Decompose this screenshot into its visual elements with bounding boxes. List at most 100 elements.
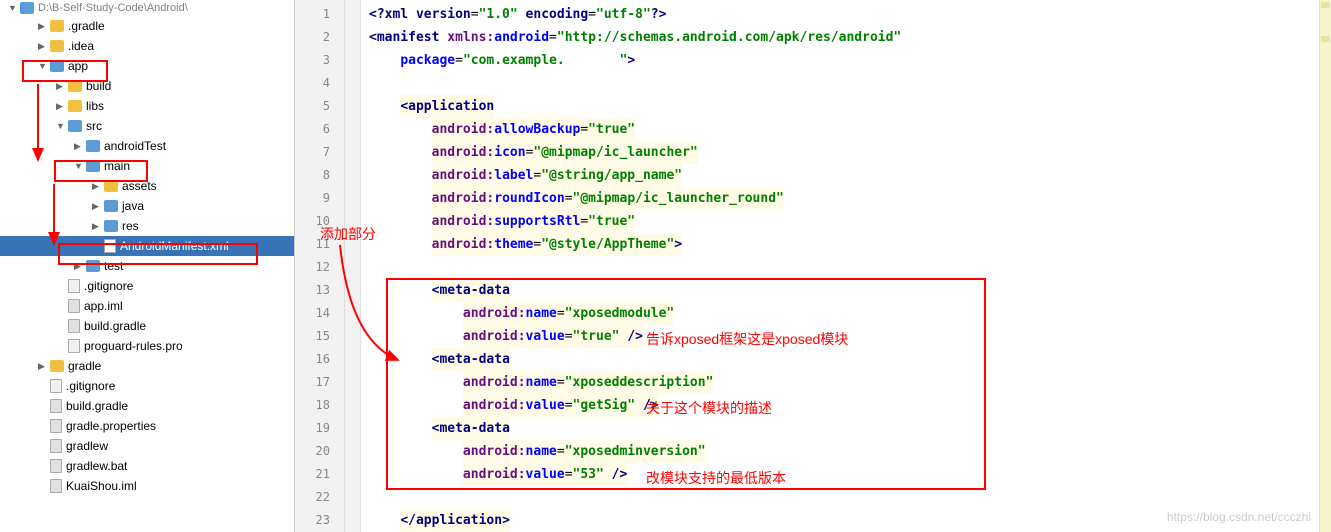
overview-ruler[interactable] xyxy=(1319,0,1331,532)
code-line[interactable]: android:value="getSig" /> xyxy=(369,394,1319,417)
breadcrumb-path: D:\B-Self-Study-Code\Android\ xyxy=(38,2,188,14)
tree-item-label: main xyxy=(104,159,130,173)
expander-icon[interactable]: ▶ xyxy=(38,41,48,51)
tree-item[interactable]: ▶libs xyxy=(0,96,294,116)
expander-icon[interactable]: ▶ xyxy=(56,101,66,111)
expander-icon xyxy=(38,401,48,411)
expander-icon xyxy=(38,381,48,391)
tree-item[interactable]: gradlew.bat xyxy=(0,456,294,476)
code-line[interactable]: <meta-data xyxy=(369,417,1319,440)
file-icon xyxy=(50,399,62,413)
code-line[interactable]: <?xml version="1.0" encoding="utf-8"?> xyxy=(369,3,1319,26)
line-number: 15 xyxy=(295,325,344,348)
line-number: 20 xyxy=(295,440,344,463)
folder-icon xyxy=(50,40,64,52)
annotation-comment2: 关于这个模块的描述 xyxy=(646,397,772,420)
file-icon xyxy=(68,299,80,313)
code-line[interactable]: android:supportsRtl="true" xyxy=(369,210,1319,233)
tree-item[interactable]: build.gradle xyxy=(0,316,294,336)
tree-item-label: app.iml xyxy=(84,299,123,313)
code-line[interactable]: android:icon="@mipmap/ic_launcher" xyxy=(369,141,1319,164)
line-number: 7 xyxy=(295,141,344,164)
code-line[interactable]: android:value="53" /> xyxy=(369,463,1319,486)
line-number: 5 xyxy=(295,95,344,118)
tree-item[interactable]: ▶ .gradle xyxy=(0,16,294,36)
tree-item-label: java xyxy=(122,199,144,213)
line-number: 4 xyxy=(295,72,344,95)
tree-item-label: androidTest xyxy=(104,139,166,153)
folder-icon xyxy=(86,160,100,172)
expander-icon[interactable]: ▼ xyxy=(38,61,48,71)
tree-item[interactable]: gradlew xyxy=(0,436,294,456)
code-line[interactable]: android:name="xposeddescription" xyxy=(369,371,1319,394)
code-line[interactable] xyxy=(369,256,1319,279)
folder-icon xyxy=(50,20,64,32)
code-line[interactable] xyxy=(369,72,1319,95)
code-line[interactable]: package="com.example. "> xyxy=(369,49,1319,72)
tree-item-label: AndroidManifest.xml xyxy=(120,239,229,253)
tree-item[interactable]: KuaiShou.iml xyxy=(0,476,294,496)
code-line[interactable]: <manifest xmlns:android="http://schemas.… xyxy=(369,26,1319,49)
code-line[interactable]: android:allowBackup="true" xyxy=(369,118,1319,141)
code-line[interactable]: android:label="@string/app_name" xyxy=(369,164,1319,187)
tree-item-label: .gitignore xyxy=(84,279,133,293)
code-line[interactable] xyxy=(369,486,1319,509)
code-editor[interactable]: 1234567891011121314151617181920212223 <?… xyxy=(295,0,1331,532)
tree-item-label: .gradle xyxy=(68,19,105,33)
tree-item-label: gradlew xyxy=(66,439,108,453)
tree-item[interactable]: ▶ build xyxy=(0,76,294,96)
expander-icon[interactable]: ▶ xyxy=(56,81,66,91)
code-line[interactable]: <application xyxy=(369,95,1319,118)
tree-item[interactable]: app.iml xyxy=(0,296,294,316)
annotation-comment3: 改模块支持的最低版本 xyxy=(646,467,786,490)
expander-icon[interactable]: ▶ xyxy=(92,221,102,231)
code-area[interactable]: <?xml version="1.0" encoding="utf-8"?><m… xyxy=(361,0,1319,532)
expander-icon[interactable]: ▶ xyxy=(92,201,102,211)
tree-item-label: build xyxy=(86,79,111,93)
tree-item[interactable]: AndroidManifest.xml xyxy=(0,236,294,256)
project-tree[interactable]: ▼ D:\B-Self-Study-Code\Android\ ▶ .gradle… xyxy=(0,0,295,532)
code-line[interactable]: android:name="xposedmodule" xyxy=(369,302,1319,325)
file-icon xyxy=(68,279,80,293)
tree-item[interactable]: ▼app xyxy=(0,56,294,76)
expander-icon[interactable]: ▶ xyxy=(74,141,84,151)
expander-icon[interactable]: ▶ xyxy=(74,261,84,271)
code-line[interactable]: <meta-data xyxy=(369,348,1319,371)
tree-item[interactable]: ▼src xyxy=(0,116,294,136)
code-line[interactable]: android:theme="@style/AppTheme"> xyxy=(369,233,1319,256)
expander-icon[interactable]: ▼ xyxy=(56,121,66,131)
watermark: https://blog.csdn.net/ccczhi xyxy=(1167,510,1311,524)
expander-icon[interactable]: ▶ xyxy=(38,361,48,371)
tree-item[interactable]: gradle.properties xyxy=(0,416,294,436)
code-line[interactable]: android:name="xposedminversion" xyxy=(369,440,1319,463)
tree-item[interactable]: ▶.idea xyxy=(0,36,294,56)
expander-icon[interactable]: ▼ xyxy=(74,161,84,171)
folder-icon xyxy=(68,120,82,132)
expander-icon xyxy=(92,241,102,251)
code-line[interactable]: <meta-data xyxy=(369,279,1319,302)
tree-item[interactable]: ▶ java xyxy=(0,196,294,216)
expander-icon xyxy=(38,461,48,471)
line-number: 2 xyxy=(295,26,344,49)
tree-item[interactable]: ▼ main xyxy=(0,156,294,176)
line-number: 13 xyxy=(295,279,344,302)
tree-item[interactable]: proguard-rules.pro xyxy=(0,336,294,356)
folder-icon xyxy=(68,100,82,112)
line-number: 14 xyxy=(295,302,344,325)
tree-item[interactable]: build.gradle xyxy=(0,396,294,416)
code-line[interactable]: android:roundIcon="@mipmap/ic_launcher_r… xyxy=(369,187,1319,210)
tree-item[interactable]: ▶gradle xyxy=(0,356,294,376)
tree-item-label: gradlew.bat xyxy=(66,459,127,473)
tree-item[interactable]: ▶test xyxy=(0,256,294,276)
expander-icon[interactable]: ▶ xyxy=(92,181,102,191)
tree-item[interactable]: .gitignore xyxy=(0,276,294,296)
tree-item[interactable]: ▶assets xyxy=(0,176,294,196)
tree-item[interactable]: .gitignore xyxy=(0,376,294,396)
file-icon xyxy=(50,479,62,493)
file-icon xyxy=(50,419,62,433)
annotation-add-section: 添加部分 xyxy=(320,224,376,244)
expander-icon[interactable]: ▶ xyxy=(38,21,48,31)
tree-item[interactable]: ▶res xyxy=(0,216,294,236)
folder-icon xyxy=(68,80,82,92)
tree-item[interactable]: ▶ androidTest xyxy=(0,136,294,156)
